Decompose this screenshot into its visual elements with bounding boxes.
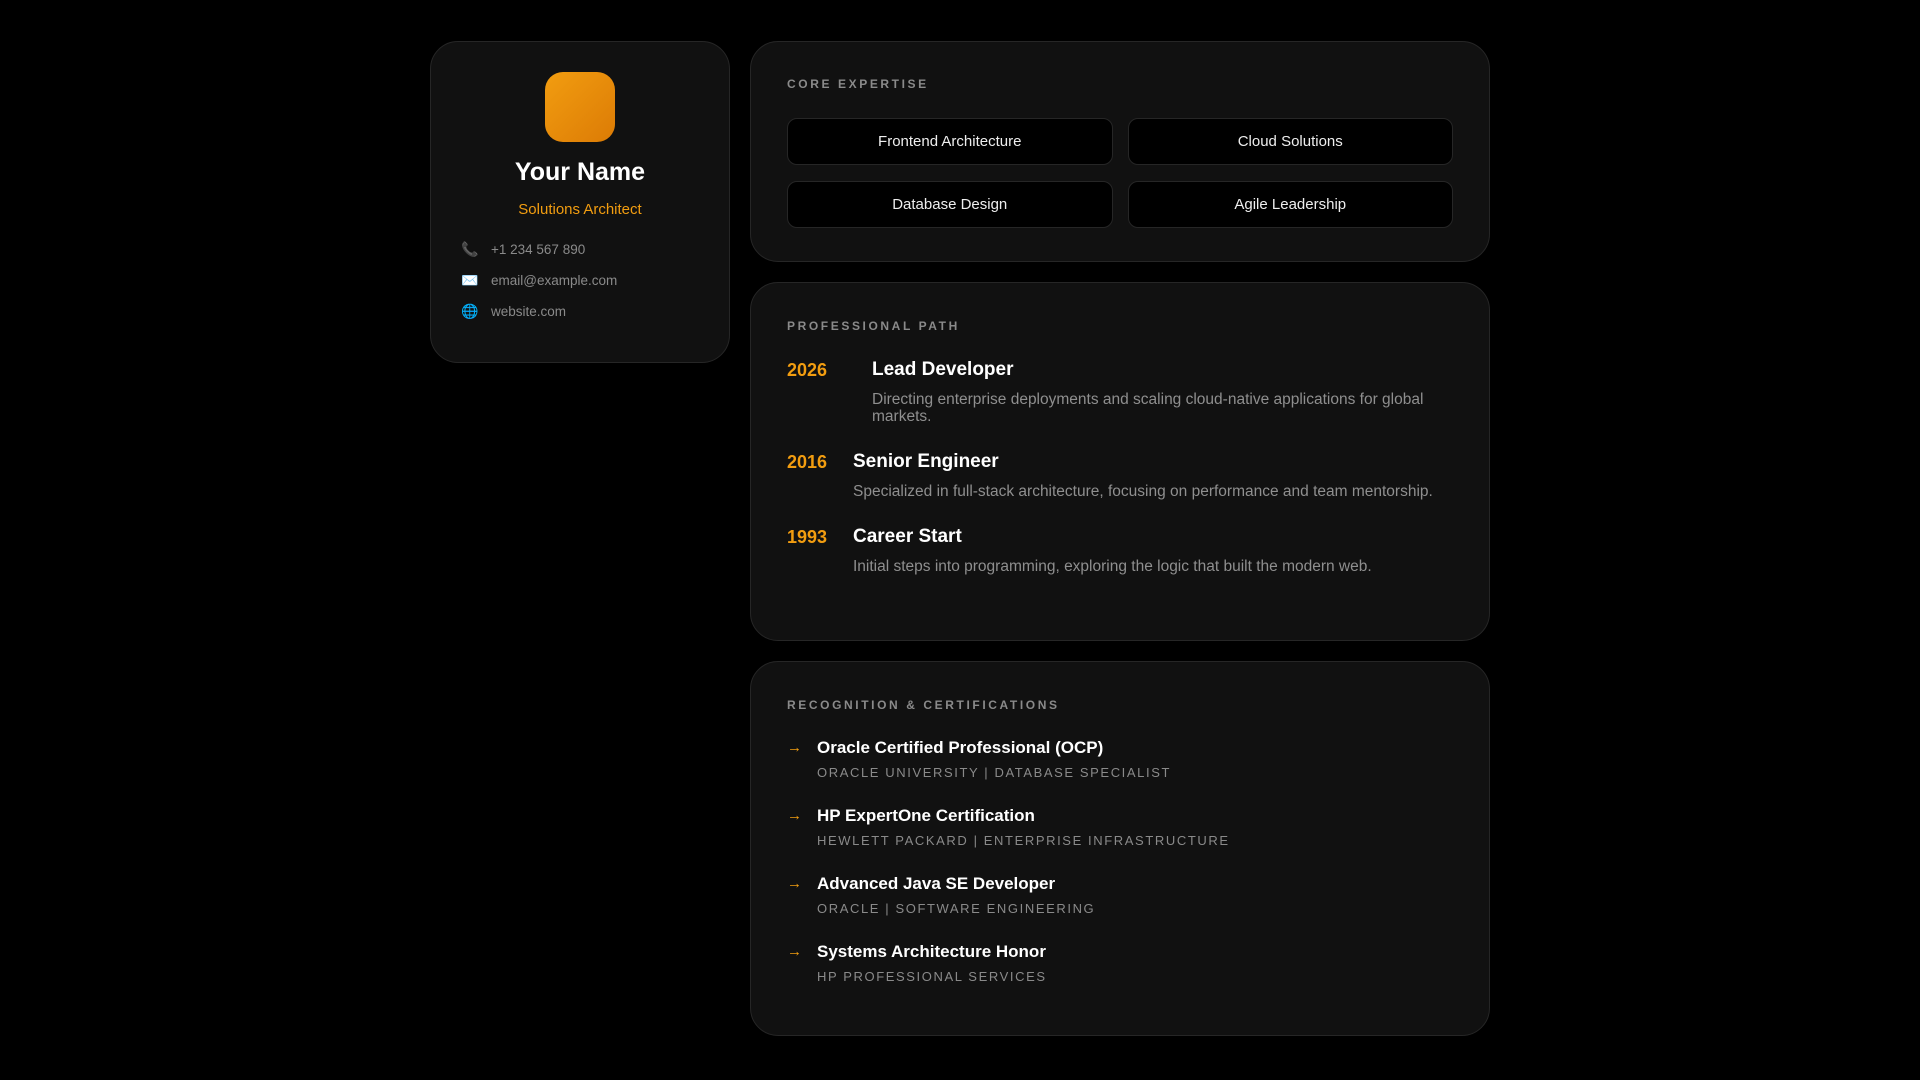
timeline-desc: Initial steps into programming, explorin… [853,558,1372,575]
timeline-item: 2016 Senior Engineer Specialized in full-s… [787,451,1453,500]
cert-issuer: Hewlett Packard | Enterprise Infrastruct… [817,833,1230,848]
timeline-desc: Specialized in full-stack architecture, … [853,483,1433,500]
expertise-chip: Agile Leadership [1127,181,1453,228]
timeline-item: 1993 Career Start Initial steps into progr… [787,526,1453,575]
profile-name: Your Name [514,158,646,186]
certifications-card: Recognition & Certifications → Oracle Cer… [750,661,1490,1036]
contact-text: +1 234 567 890 [491,242,586,257]
contact-email[interactable]: ✉️ email@example.com [461,265,729,296]
timeline-year: 2016 [787,452,828,472]
contact-website[interactable]: 🌐 website.com [461,296,729,327]
arrow-right-icon: → [787,739,802,756]
arrow-right-icon: → [787,807,802,824]
phone-icon: 📞 [461,241,479,257]
cert-item: → Systems Architecture Honor HP Profession… [787,942,1453,984]
profile-role: Solutions Architect [518,201,642,218]
cert-issuer: Oracle | Software Engineering [817,901,1096,916]
timeline-title: Lead Developer [872,359,1014,380]
cert-title: Advanced Java SE Developer [817,874,1056,893]
timeline-year: 2026 [787,360,828,380]
avatar [545,72,615,142]
cert-issuer: Oracle University | Database Specialist [817,765,1172,780]
cert-item: → HP ExpertOne Certification Hewlett Packa… [787,806,1453,848]
contact-text: website.com [491,304,567,319]
cert-item: → Advanced Java SE Developer Oracle | Soft… [787,874,1453,916]
arrow-right-icon: → [787,943,802,960]
timeline-year: 1993 [787,527,828,547]
contact-phone[interactable]: 📞 +1 234 567 890 [461,234,729,265]
cert-title: HP ExpertOne Certification [817,806,1035,825]
cert-item: → Oracle Certified Professional (OCP) Orac… [787,738,1453,780]
profile-card: Your Name Solutions Architect 📞 +1 234 56… [430,41,730,363]
cert-issuer: HP Professional Services [817,969,1047,984]
section-label: Recognition & Certifications [787,698,1060,712]
timeline-title: Career Start [853,526,962,547]
contact-text: email@example.com [491,273,618,288]
section-label: Core Expertise [787,77,929,91]
envelope-icon: ✉️ [461,272,479,288]
section-label: Professional Path [787,319,960,333]
cert-title: Systems Architecture Honor [817,942,1046,961]
expertise-chip: Cloud Solutions [1127,118,1453,165]
globe-icon: 🌐 [461,303,479,319]
timeline-title: Senior Engineer [853,451,999,472]
expertise-chip: Frontend Architecture [787,118,1113,165]
professional-path-card: Professional Path 2026 Lead Developer Dire… [750,282,1490,641]
arrow-right-icon: → [787,875,802,892]
cert-title: Oracle Certified Professional (OCP) [817,738,1104,757]
expertise-chip: Database Design [787,181,1113,228]
timeline-desc: Directing enterprise deployments and sca… [872,391,1424,425]
timeline-item: 2026 Lead Developer Directing enterprise d… [787,359,1453,425]
core-expertise-card: Core Expertise Frontend Architecture Clo… [750,41,1490,262]
